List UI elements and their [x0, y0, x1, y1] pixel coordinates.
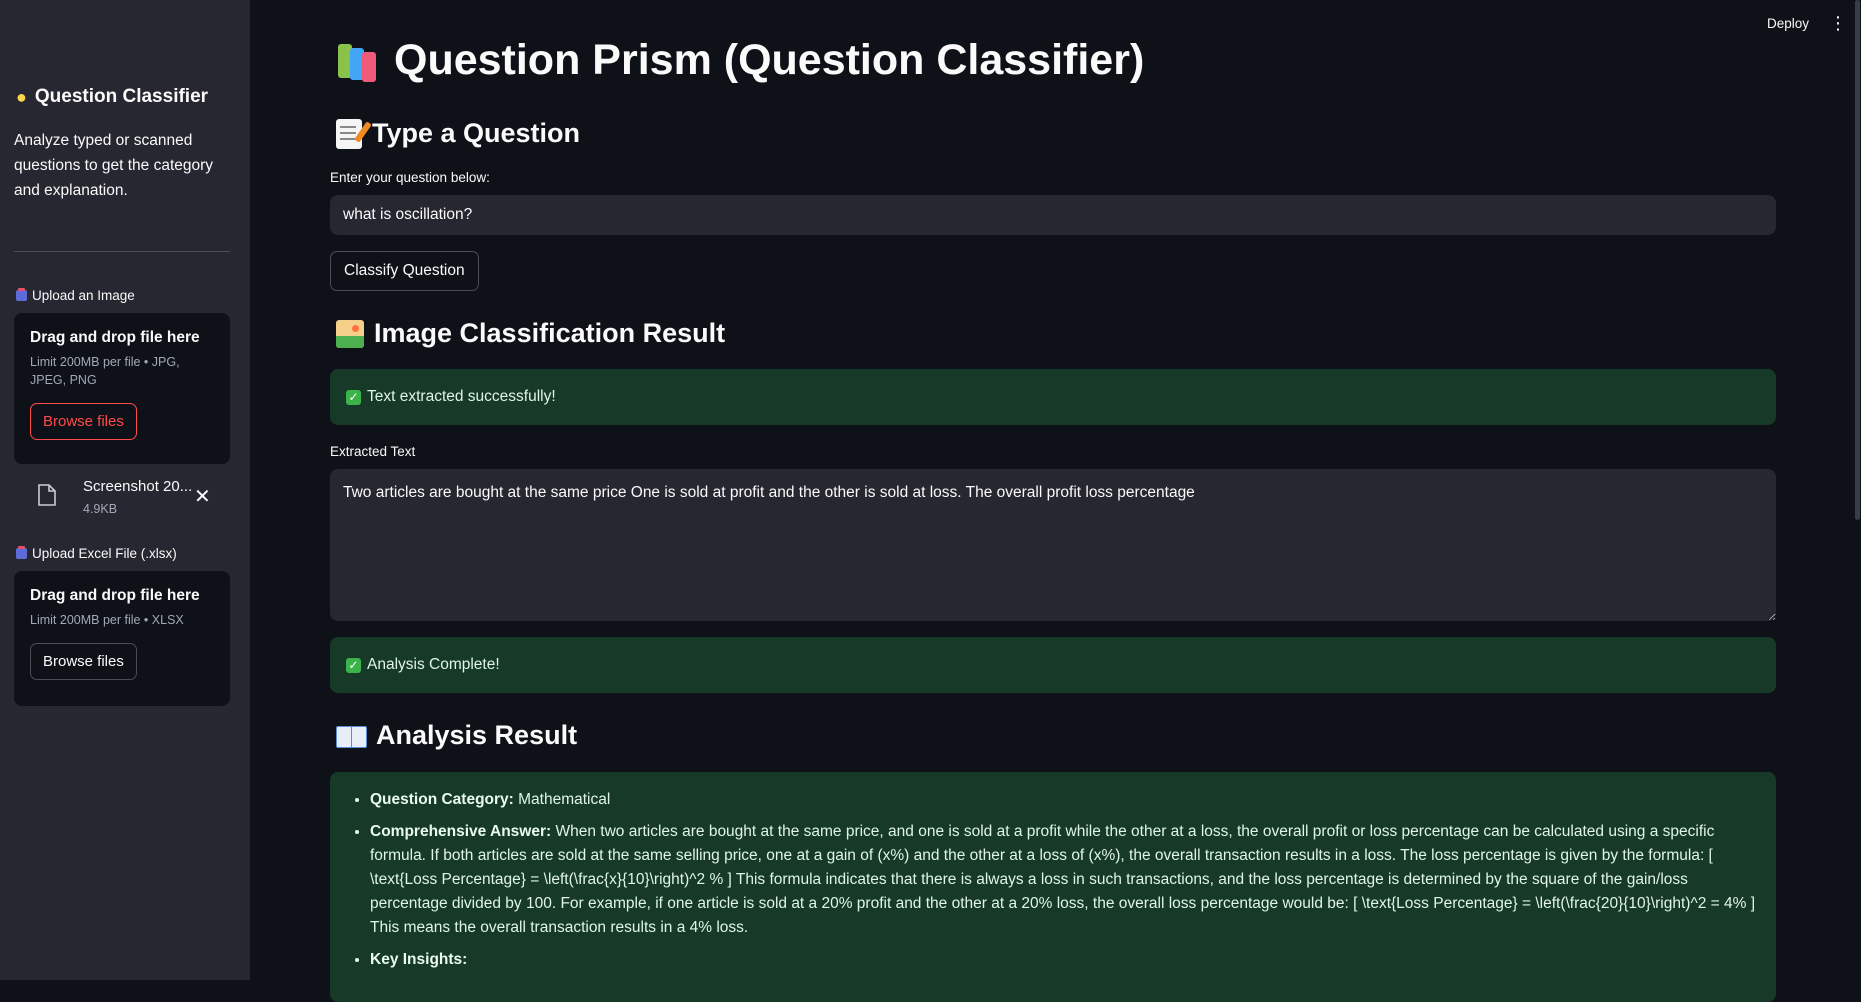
type-question-heading: Type a Question — [336, 118, 580, 149]
analysis-result-heading: Analysis Result — [336, 720, 577, 751]
extracted-text-label: Extracted Text — [330, 444, 416, 459]
image-upload-label-text: Upload an Image — [32, 288, 135, 303]
check-mark-icon: ✓ — [346, 389, 361, 405]
analysis-complete-alert: ✓ Analysis Complete! — [330, 637, 1776, 693]
image-upload-label: Upload an Image — [16, 288, 135, 303]
uploaded-file-name: Screenshot 20... — [83, 478, 193, 495]
image-browse-button[interactable]: Browse files — [30, 403, 137, 440]
sidebar-divider — [14, 251, 230, 252]
answer-label: Comprehensive Answer: — [370, 823, 552, 840]
main-menu-kebab-icon[interactable]: ⋮ — [1829, 14, 1847, 32]
deploy-button[interactable]: Deploy — [1767, 16, 1809, 31]
file-icon — [38, 484, 56, 506]
inbox-icon — [16, 288, 27, 301]
category-value: Mathematical — [518, 791, 611, 808]
sidebar: ● Question Classifier Analyze typed or s… — [0, 0, 250, 980]
extract-success-text: Text extracted successfully! — [367, 388, 556, 405]
analysis-result-list: Question Category: Mathematical Comprehe… — [330, 788, 1760, 972]
check-mark-icon: ✓ — [346, 657, 361, 673]
excel-drop-limit: Limit 200MB per file • XLSX — [30, 613, 184, 627]
books-icon — [336, 40, 380, 82]
image-result-heading-text: Image Classification Result — [374, 318, 726, 348]
excel-browse-button[interactable]: Browse files — [30, 643, 137, 680]
excel-upload-label-text: Upload Excel File (.xlsx) — [32, 546, 177, 561]
uploaded-file-size: 4.9KB — [83, 502, 118, 516]
inbox-icon — [16, 546, 27, 559]
analysis-result-heading-text: Analysis Result — [376, 720, 578, 750]
image-dropzone[interactable]: Drag and drop file here Limit 200MB per … — [14, 313, 230, 464]
type-question-heading-text: Type a Question — [372, 118, 581, 148]
analysis-result-box: Question Category: Mathematical Comprehe… — [330, 772, 1776, 1002]
framed-picture-icon — [336, 319, 364, 348]
sidebar-title: ● Question Classifier — [16, 86, 208, 108]
category-label: Question Category: — [370, 791, 514, 808]
classify-question-button[interactable]: Classify Question — [330, 251, 479, 291]
remove-file-close-icon[interactable]: ✕ — [194, 484, 211, 509]
open-book-icon — [336, 724, 367, 748]
answer-text: When two articles are bought at the same… — [370, 823, 1756, 936]
sidebar-description: Analyze typed or scanned questions to ge… — [14, 132, 214, 199]
lightbulb-icon: ● — [16, 86, 27, 107]
excel-upload-label: Upload Excel File (.xlsx) — [16, 546, 177, 561]
image-drop-title: Drag and drop file here — [30, 329, 200, 346]
excel-drop-title: Drag and drop file here — [30, 587, 200, 604]
page-title-text: Question Prism (Question Classifier) — [394, 36, 1145, 84]
insights-label: Key Insights: — [370, 951, 468, 968]
memo-icon — [336, 118, 362, 149]
list-item: Question Category: Mathematical — [370, 788, 1760, 812]
scrollbar[interactable] — [1855, 0, 1860, 520]
question-input[interactable] — [330, 195, 1776, 235]
question-input-label: Enter your question below: — [330, 170, 490, 185]
image-result-heading: Image Classification Result — [336, 318, 725, 349]
extracted-text-area[interactable]: Two articles are bought at the same pric… — [330, 469, 1776, 621]
uploaded-file-row: Screenshot 20... 4.9KB ✕ — [38, 478, 228, 522]
excel-dropzone[interactable]: Drag and drop file here Limit 200MB per … — [14, 571, 230, 706]
extract-success-alert: ✓ Text extracted successfully! — [330, 369, 1776, 425]
image-drop-limit: Limit 200MB per file • JPG, JPEG, PNG — [30, 355, 180, 387]
analysis-complete-text: Analysis Complete! — [367, 656, 500, 673]
sidebar-title-text: Question Classifier — [34, 86, 209, 107]
list-item: Key Insights: — [370, 948, 1760, 972]
list-item: Comprehensive Answer: When two articles … — [370, 820, 1760, 940]
page-title: Question Prism (Question Classifier) — [336, 36, 1144, 85]
